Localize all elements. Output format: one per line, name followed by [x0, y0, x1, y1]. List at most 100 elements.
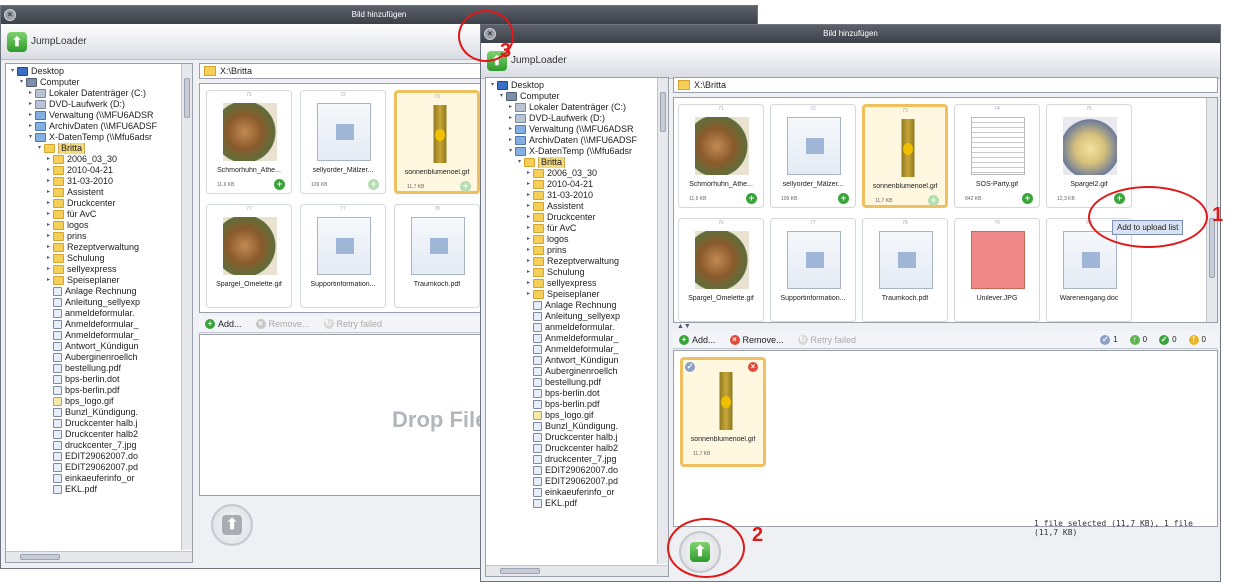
folder-tree[interactable]: ▾ Desktop ▾ Computer ▸ Lokaler Datenträger (C… [5, 63, 193, 563]
tree-item[interactable]: bestellung.pdf [488, 377, 656, 388]
expand-toggle-icon[interactable]: ▸ [26, 110, 35, 121]
expand-toggle-icon[interactable]: ▸ [524, 278, 533, 289]
tree-item[interactable]: ▸ sellyexpress [8, 264, 180, 275]
expand-toggle-icon[interactable]: ▸ [524, 201, 533, 212]
tree-item[interactable]: bestellung.pdf [8, 363, 180, 374]
expand-toggle-icon[interactable]: ▸ [26, 99, 35, 110]
tree-item[interactable]: Anmeldeformular_ [8, 319, 180, 330]
expand-toggle-icon[interactable]: ▸ [524, 256, 533, 267]
tree-item[interactable]: ▸ DVD-Laufwerk (D:) [8, 99, 180, 110]
expand-toggle-icon[interactable]: ▾ [17, 77, 26, 88]
tree-item[interactable]: Auberginenroellch [8, 352, 180, 363]
tree-item[interactable]: ▾ Desktop [8, 66, 180, 77]
expand-toggle-icon[interactable]: ▸ [44, 275, 53, 286]
tree-item[interactable]: Auberginenroellch [488, 366, 656, 377]
upload-list[interactable]: ✓ × sonnenblumenoel.gif 11,7 KB [673, 350, 1218, 527]
tree-item[interactable]: ▸ Druckcenter [488, 212, 656, 223]
tree-item[interactable]: ▸ Schulung [488, 267, 656, 278]
tree-item[interactable]: Anleitung_sellyexp [488, 311, 656, 322]
tree-item[interactable]: ▸ Druckcenter [8, 198, 180, 209]
tree-item[interactable]: ▾ Desktop [488, 80, 656, 91]
expand-toggle-icon[interactable]: ▸ [524, 289, 533, 300]
expand-toggle-icon[interactable]: ▾ [488, 80, 497, 91]
add-to-list-icon[interactable]: + [368, 179, 379, 190]
tree-item[interactable]: Antwort_Kündigun [488, 355, 656, 366]
tree-item[interactable]: bps-berlin.pdf [488, 399, 656, 410]
tree-item[interactable]: bps-berlin.pdf [8, 385, 180, 396]
tree-item[interactable]: Druckcenter halb.j [8, 418, 180, 429]
tree-item[interactable]: ▸ ArchivDaten (\\MFU6ADSF [8, 121, 180, 132]
tree-horizontal-scrollbar[interactable] [6, 551, 192, 562]
folder-tree[interactable]: ▾ Desktop ▾ Computer ▸ Lokaler Datenträger (C… [485, 77, 669, 577]
tree-item[interactable]: ▸ DVD-Laufwerk (D:) [488, 113, 656, 124]
tree-item[interactable]: bps_logo.gif [8, 396, 180, 407]
tree-item[interactable]: ▸ Lokaler Datenträger (C:) [8, 88, 180, 99]
expand-toggle-icon[interactable]: ▾ [497, 91, 506, 102]
tree-item[interactable]: ▸ Rezeptverwaltung [8, 242, 180, 253]
expand-toggle-icon[interactable]: ▸ [44, 165, 53, 176]
tree-item[interactable]: ▾ Computer [488, 91, 656, 102]
expand-toggle-icon[interactable]: ▾ [506, 146, 515, 157]
upload-button[interactable]: ⬆ [211, 504, 253, 546]
expand-toggle-icon[interactable]: ▸ [44, 154, 53, 165]
tree-item[interactable]: ▾ X-DatenTemp (\\Mfu6adsr [488, 146, 656, 157]
file-card[interactable]: 74 SOS-Party.gif 842 KB + [954, 104, 1040, 208]
tree-item[interactable]: druckcenter_7.jpg [8, 440, 180, 451]
expand-toggle-icon[interactable]: ▸ [524, 223, 533, 234]
tree-item[interactable]: EDIT29062007.do [488, 465, 656, 476]
tree-item[interactable]: ▸ 31-03-2010 [488, 190, 656, 201]
tree-item[interactable]: bps-berlin.dot [8, 374, 180, 385]
expand-toggle-icon[interactable]: ▸ [506, 124, 515, 135]
expand-toggle-icon[interactable]: ▸ [524, 190, 533, 201]
scroll-thumb[interactable] [1209, 218, 1215, 278]
tree-item[interactable]: ▸ logos [488, 234, 656, 245]
tree-item[interactable]: Anleitung_sellyexp [8, 297, 180, 308]
tree-item[interactable]: ▸ Lokaler Datenträger (C:) [488, 102, 656, 113]
expand-toggle-icon[interactable]: ▸ [44, 198, 53, 209]
expand-toggle-icon[interactable]: ▸ [524, 179, 533, 190]
retry-failed-button[interactable]: ↻ Retry failed [323, 318, 382, 329]
tree-item[interactable]: ▾ Britta [8, 143, 180, 154]
file-card[interactable]: 73 sonnenblumenoel.gif 11,7 KB + [394, 90, 480, 194]
file-card[interactable]: 77 Spargel_Omelette.gif [206, 204, 292, 308]
tree-item[interactable]: Druckcenter halb2 [488, 443, 656, 454]
path-field[interactable]: X:\Britta [673, 77, 1218, 93]
expand-toggle-icon[interactable]: ▸ [44, 253, 53, 264]
expand-toggle-icon[interactable]: ▸ [44, 231, 53, 242]
expand-toggle-icon[interactable]: ▸ [44, 220, 53, 231]
add-to-list-icon[interactable]: + [274, 179, 285, 190]
tree-item[interactable]: ▸ 2006_03_30 [488, 168, 656, 179]
tree-item[interactable]: bps-berlin.dot [488, 388, 656, 399]
file-card[interactable]: 71 Schmorhuhn_Athe... 11,6 KB + [206, 90, 292, 194]
tree-item[interactable]: EKL.pdf [8, 484, 180, 495]
add-button[interactable]: + Add... [679, 334, 716, 345]
tree-vertical-scrollbar[interactable] [181, 64, 192, 550]
tree-item[interactable]: ▸ prins [8, 231, 180, 242]
expand-toggle-icon[interactable]: ▸ [524, 212, 533, 223]
expand-toggle-icon[interactable]: ▸ [44, 264, 53, 275]
remove-button[interactable]: × Remove... [255, 318, 310, 329]
scroll-thumb[interactable] [500, 568, 540, 574]
file-card[interactable]: 72 sellyorder_Mälzer... 109 KB + [300, 90, 386, 194]
file-card[interactable]: 71 Schmorhuhn_Athe... 11,6 KB + [678, 104, 764, 208]
tree-item[interactable]: ▾ Britta [488, 157, 656, 168]
expand-toggle-icon[interactable]: ▸ [524, 245, 533, 256]
check-icon[interactable]: ✓ [685, 362, 695, 372]
queued-file-card[interactable]: ✓ × sonnenblumenoel.gif 11,7 KB [680, 357, 766, 467]
tree-item[interactable]: Anmeldeformular_ [8, 330, 180, 341]
tree-item[interactable]: ▸ ArchivDaten (\\MFU6ADSF [488, 135, 656, 146]
file-card[interactable]: 78 Traumkoch.pdf [394, 204, 480, 308]
tree-item[interactable]: Druckcenter halb.j [488, 432, 656, 443]
expand-toggle-icon[interactable]: ▸ [506, 113, 515, 124]
expand-toggle-icon[interactable]: ▸ [44, 209, 53, 220]
scroll-thumb[interactable] [660, 92, 666, 132]
file-card[interactable]: 77 Supportinformation... [300, 204, 386, 308]
expand-toggle-icon[interactable]: ▸ [506, 135, 515, 146]
expand-toggle-icon[interactable]: ▸ [44, 176, 53, 187]
tree-item[interactable]: ▸ Verwaltung (\\MFU6ADSR [8, 110, 180, 121]
tree-item[interactable]: ▾ X-DatenTemp (\\Mfu6adsr [8, 132, 180, 143]
tree-item[interactable]: EDIT29062007.pd [8, 462, 180, 473]
tree-item[interactable]: ▸ 2010-04-21 [8, 165, 180, 176]
file-card[interactable]: 79 Unilever.JPG [954, 218, 1040, 322]
tree-item[interactable]: druckcenter_7.jpg [488, 454, 656, 465]
